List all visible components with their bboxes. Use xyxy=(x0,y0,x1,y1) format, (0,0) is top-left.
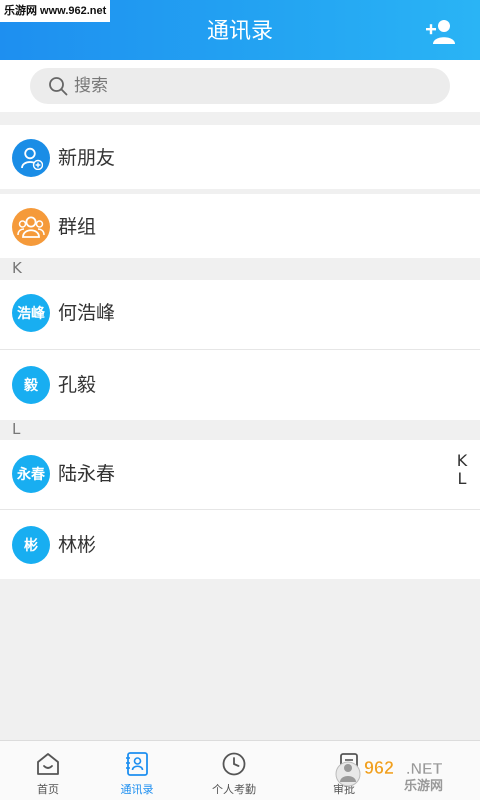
tab-attendance[interactable]: 个人考勤 xyxy=(174,741,294,800)
search-input[interactable]: 搜索 xyxy=(30,68,450,104)
contacts-icon xyxy=(126,752,148,776)
contact-avatar: 毅 xyxy=(12,366,50,404)
add-person-icon xyxy=(12,139,50,177)
alphabet-index[interactable]: K L xyxy=(456,452,468,488)
site-watermark: 乐游网 www.962.net xyxy=(0,0,111,22)
section-header-k: K xyxy=(12,259,22,277)
svg-text:.NET: .NET xyxy=(406,761,443,778)
home-icon xyxy=(37,753,59,775)
contact-name: 林彬 xyxy=(58,534,97,556)
contact-avatar: 彬 xyxy=(12,526,50,564)
add-person-icon xyxy=(426,20,455,44)
clock-icon xyxy=(222,752,246,776)
tab-attendance-label: 个人考勤 xyxy=(212,783,256,796)
search-placeholder: 搜索 xyxy=(74,76,108,96)
contact-row[interactable]: 浩峰 何浩峰 xyxy=(0,280,480,349)
group-icon xyxy=(12,208,50,246)
contact-row[interactable]: 毅 孔毅 xyxy=(0,350,480,420)
contact-row[interactable]: 彬 林彬 xyxy=(0,510,480,579)
contact-name: 陆永春 xyxy=(58,463,116,485)
contact-avatar: 浩峰 xyxy=(12,294,50,332)
svg-text:962: 962 xyxy=(364,758,394,778)
new-friends-row[interactable]: 新朋友 xyxy=(0,125,480,189)
add-contact-button[interactable] xyxy=(426,18,456,46)
contact-row[interactable]: 永春 陆永春 xyxy=(0,440,480,509)
svg-text:乐游网: 乐游网 xyxy=(404,778,443,794)
index-letter-k[interactable]: K xyxy=(456,452,468,470)
section-header-l: L xyxy=(12,420,21,438)
index-letter-l[interactable]: L xyxy=(456,470,468,488)
groups-row[interactable]: 群组 xyxy=(0,194,480,258)
contact-name: 孔毅 xyxy=(58,374,97,396)
contact-name: 何浩峰 xyxy=(58,302,116,324)
contact-avatar: 永春 xyxy=(12,455,50,493)
new-friends-label: 新朋友 xyxy=(58,147,116,169)
search-icon xyxy=(49,77,68,96)
groups-label: 群组 xyxy=(58,216,97,238)
search-bar: 搜索 xyxy=(0,60,480,112)
site-watermark-logo: 962 .NET 乐游网 xyxy=(335,758,443,794)
